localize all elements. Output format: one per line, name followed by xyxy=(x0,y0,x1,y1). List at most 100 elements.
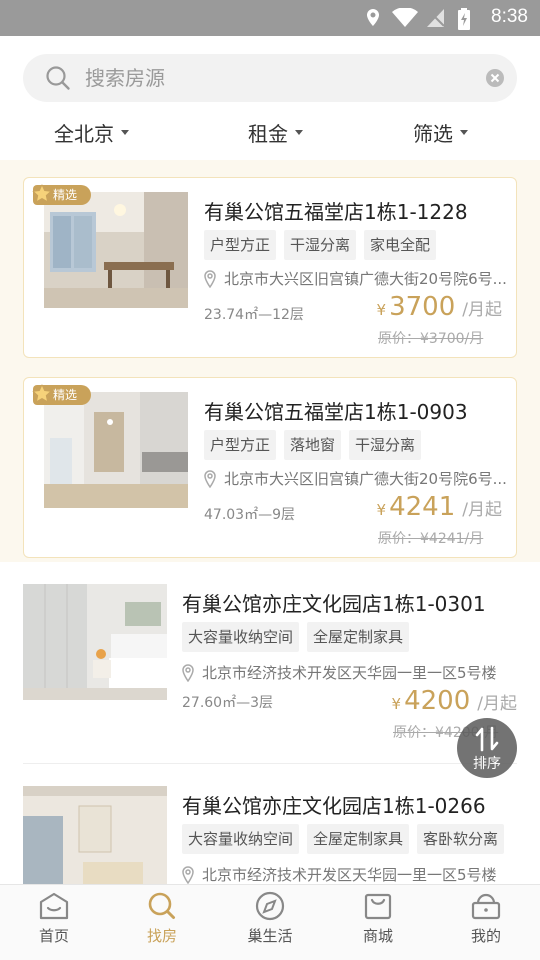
listing-photo xyxy=(23,584,167,700)
location-pin-icon xyxy=(204,469,216,488)
featured-badge: 精选 xyxy=(32,184,91,205)
tag: 落地窗 xyxy=(284,430,342,460)
tag: 大容量收纳空间 xyxy=(182,824,300,854)
price-value: 3700 xyxy=(389,292,456,322)
address-text: 北京市经济技术开发区天华园一里一区5号楼 xyxy=(202,866,497,884)
compass-icon xyxy=(255,891,285,921)
tag: 家电全配 xyxy=(364,230,437,260)
tag: 干湿分离 xyxy=(284,230,357,260)
listing-photo xyxy=(23,786,167,884)
tag: 全屋定制家具 xyxy=(307,824,410,854)
listing-title: 有巢公馆五福堂店1栋1-1228 xyxy=(204,200,468,224)
listing-price: ¥ 3700 /月起 xyxy=(377,292,502,322)
home-icon xyxy=(39,892,69,920)
chevron-down-icon xyxy=(121,130,129,135)
sort-button-label: 排序 xyxy=(473,756,501,772)
filter-rent[interactable]: 租金 xyxy=(248,118,303,147)
star-icon xyxy=(32,384,52,403)
address-text: 北京市大兴区旧宫镇广德大街20号院6号... xyxy=(224,470,507,488)
filter-rent-label: 租金 xyxy=(248,122,288,146)
badge-label: 精选 xyxy=(53,388,78,402)
tab-life[interactable]: 巢生活 xyxy=(230,891,310,946)
tab-home[interactable]: 首页 xyxy=(14,891,94,946)
original-price: 原价：¥4241/月 xyxy=(378,531,484,547)
filter-more[interactable]: 筛选 xyxy=(413,118,468,147)
tag: 客卧软分离 xyxy=(417,824,505,854)
listing-title: 有巢公馆亦庄文化园店1栋1-0301 xyxy=(182,592,486,616)
wifi-icon xyxy=(392,8,418,27)
tab-label: 找房 xyxy=(146,927,177,945)
listing-area: 23.74㎡—12层 xyxy=(204,307,304,323)
badge-label: 精选 xyxy=(53,188,78,202)
listing-address: 北京市大兴区旧宫镇广德大街20号院6号... xyxy=(204,468,507,489)
tab-label: 首页 xyxy=(38,927,69,945)
filter-region[interactable]: 全北京 xyxy=(54,118,129,147)
clear-icon[interactable] xyxy=(486,69,504,87)
shopping-bag-icon xyxy=(364,893,392,920)
location-pin-icon xyxy=(204,269,216,288)
star-icon xyxy=(32,184,52,203)
listing-price: ¥ 4241 /月起 xyxy=(377,492,502,522)
tab-label: 商城 xyxy=(362,927,393,945)
price-unit: /月起 xyxy=(477,694,517,714)
tag: 大容量收纳空间 xyxy=(182,622,300,652)
listing-address: 北京市大兴区旧宫镇广德大街20号院6号... xyxy=(204,268,507,289)
listing-card[interactable]: 有巢公馆亦庄文化园店1栋1-0266 大容量收纳空间 全屋定制家具 客卧软分离 … xyxy=(0,764,540,884)
location-pin-icon xyxy=(182,865,194,884)
location-icon xyxy=(367,9,379,26)
currency-symbol: ¥ xyxy=(376,301,387,319)
filter-bar: 全北京 租金 筛选 xyxy=(0,112,540,154)
chevron-down-icon xyxy=(295,130,303,135)
search-icon xyxy=(46,66,70,90)
listing-card[interactable]: 精选 有巢公馆五福堂店1栋1-1228 户型方正 干湿分离 家电全配 北京市大兴… xyxy=(23,177,517,358)
address-text: 北京市经济技术开发区天华园一里一区5号楼 xyxy=(202,664,497,682)
address-text: 北京市大兴区旧宫镇广德大街20号院6号... xyxy=(224,270,507,288)
battery-icon xyxy=(458,8,470,30)
listing-title: 有巢公馆五福堂店1栋1-0903 xyxy=(204,400,468,424)
chevron-down-icon xyxy=(460,130,468,135)
sort-button[interactable]: 排序 xyxy=(457,718,517,778)
status-time: 8:38 xyxy=(491,6,528,27)
tag: 户型方正 xyxy=(204,230,277,260)
tag-list: 户型方正 干湿分离 家电全配 xyxy=(204,230,437,260)
search-icon xyxy=(148,892,175,919)
listing-photo xyxy=(44,392,188,508)
tag: 全屋定制家具 xyxy=(307,622,410,652)
search-bar[interactable] xyxy=(23,54,517,102)
listing-photo xyxy=(44,192,188,308)
original-price: 原价：¥3700/月 xyxy=(378,331,484,347)
price-unit: /月起 xyxy=(462,500,502,520)
tag-list: 大容量收纳空间 全屋定制家具 客卧软分离 xyxy=(182,824,505,854)
filter-more-label: 筛选 xyxy=(413,122,453,146)
profile-icon xyxy=(471,893,501,920)
tab-find-house[interactable]: 找房 xyxy=(122,891,202,946)
listing-price: ¥ 4200 /月起 xyxy=(392,686,517,716)
listing-card[interactable]: 有巢公馆亦庄文化园店1栋1-0301 大容量收纳空间 全屋定制家具 北京市经济技… xyxy=(0,562,540,762)
sort-icon xyxy=(475,726,499,752)
price-value: 4241 xyxy=(389,492,456,522)
tag-list: 大容量收纳空间 全屋定制家具 xyxy=(182,622,410,652)
location-pin-icon xyxy=(182,663,194,682)
currency-symbol: ¥ xyxy=(376,501,387,519)
tab-label: 巢生活 xyxy=(247,927,293,945)
listing-area: 27.60㎡—3层 xyxy=(182,695,273,711)
filter-region-label: 全北京 xyxy=(54,122,114,146)
price-unit: /月起 xyxy=(462,300,502,320)
listing-address: 北京市经济技术开发区天华园一里一区5号楼 xyxy=(182,864,497,884)
listing-address: 北京市经济技术开发区天华园一里一区5号楼 xyxy=(182,662,497,683)
listing-title: 有巢公馆亦庄文化园店1栋1-0266 xyxy=(182,794,486,818)
search-input[interactable] xyxy=(85,54,485,102)
tag-list: 户型方正 落地窗 干湿分离 xyxy=(204,430,422,460)
featured-badge: 精选 xyxy=(32,384,91,405)
listing-card[interactable]: 精选 有巢公馆五福堂店1栋1-0903 户型方正 落地窗 干湿分离 北京市大兴区… xyxy=(23,377,517,558)
no-signal-icon xyxy=(427,9,445,27)
tab-profile[interactable]: 我的 xyxy=(446,891,526,946)
tab-mall[interactable]: 商城 xyxy=(338,891,418,946)
bottom-tab-bar: 首页 找房 巢生活 商城 我的 xyxy=(0,884,540,960)
tab-label: 我的 xyxy=(470,927,501,945)
price-value: 4200 xyxy=(404,686,471,716)
currency-symbol: ¥ xyxy=(391,695,402,713)
tag: 户型方正 xyxy=(204,430,277,460)
listing-area: 47.03㎡—9层 xyxy=(204,507,295,523)
tag: 干湿分离 xyxy=(349,430,422,460)
